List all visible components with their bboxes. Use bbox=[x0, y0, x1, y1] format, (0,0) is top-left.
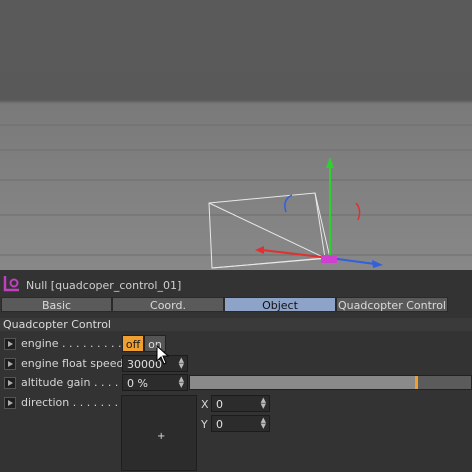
altitude-gain-input[interactable]: 0 % ▲ ▼ bbox=[122, 374, 188, 391]
stepper-arrows-icon[interactable]: ▲ ▼ bbox=[261, 397, 266, 410]
viewport-scene bbox=[0, 124, 472, 269]
direction-y-label: Y bbox=[201, 418, 208, 431]
x-axis-handle[interactable] bbox=[261, 249, 331, 259]
direction-label: direction . . . . . . . . bbox=[21, 396, 126, 409]
null-object-icon bbox=[3, 276, 19, 292]
attribute-tabs: Basic Coord. Object Quadcopter Control bbox=[0, 297, 472, 313]
float-speed-label: engine float speed bbox=[21, 357, 124, 370]
object-header: Null [quadcoper_control_01] bbox=[0, 273, 472, 297]
section-title: Quadcopter Control bbox=[3, 318, 111, 331]
altitude-gain-slider[interactable] bbox=[189, 375, 472, 390]
rotation-ring-blue bbox=[284, 194, 293, 213]
direction-x-label: X bbox=[201, 398, 209, 411]
engine-off-button[interactable]: off bbox=[122, 335, 144, 352]
tab-object[interactable]: Object bbox=[224, 297, 336, 312]
engine-label: engine . . . . . . . . . . bbox=[21, 337, 129, 350]
animate-toggle-icon[interactable] bbox=[4, 397, 16, 409]
animate-toggle-icon[interactable] bbox=[4, 338, 16, 350]
animate-toggle-icon[interactable] bbox=[4, 377, 16, 389]
object-title: Null [quadcoper_control_01] bbox=[26, 279, 182, 292]
slider-handle[interactable] bbox=[415, 376, 418, 389]
attribute-manager: Null [quadcoper_control_01] Basic Coord.… bbox=[0, 270, 472, 472]
stepper-arrows-icon[interactable]: ▲ ▼ bbox=[179, 357, 184, 370]
x-axis-arrow-icon bbox=[255, 246, 264, 254]
param-altitude-gain: altitude gain . . . . . 0 % ▲ ▼ bbox=[0, 374, 472, 392]
tab-basic[interactable]: Basic bbox=[1, 297, 112, 312]
tab-coord[interactable]: Coord. bbox=[112, 297, 224, 312]
altitude-gain-label: altitude gain . . . . . bbox=[21, 376, 126, 389]
direction-vector-pad[interactable]: + bbox=[121, 395, 197, 471]
direction-x-input[interactable]: 0 ▲ ▼ bbox=[211, 395, 270, 412]
animate-toggle-icon[interactable] bbox=[4, 358, 16, 370]
section-header: Quadcopter Control bbox=[0, 318, 472, 331]
param-float-speed: engine float speed 30000 ▲ ▼ bbox=[0, 355, 472, 373]
crosshair-icon: + bbox=[157, 431, 166, 442]
direction-y-input[interactable]: 0 ▲ ▼ bbox=[211, 415, 270, 432]
stepper-arrows-icon[interactable]: ▲ ▼ bbox=[179, 376, 184, 389]
y-axis-arrow-icon bbox=[326, 157, 334, 168]
float-speed-input[interactable]: 30000 ▲ ▼ bbox=[122, 355, 188, 372]
rotation-ring-red bbox=[355, 202, 361, 221]
stepper-arrows-icon[interactable]: ▲ ▼ bbox=[261, 417, 266, 430]
z-axis-arrow-icon bbox=[372, 260, 383, 268]
ground-grid bbox=[0, 124, 472, 256]
mouse-cursor-icon bbox=[156, 345, 170, 365]
3d-viewport[interactable] bbox=[0, 0, 472, 270]
param-engine: engine . . . . . . . . . . off on bbox=[0, 335, 472, 353]
tab-quadcopter-control[interactable]: Quadcopter Control bbox=[336, 297, 448, 312]
slider-fill bbox=[190, 376, 415, 389]
object-center-marker bbox=[321, 255, 337, 263]
